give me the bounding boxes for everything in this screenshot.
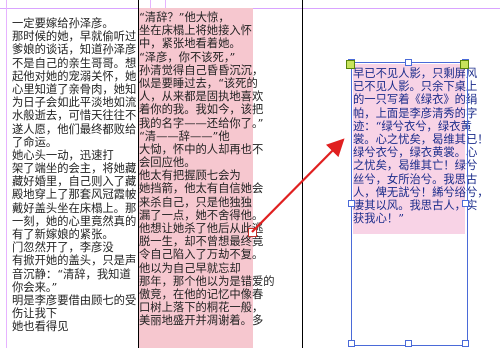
text-thread-arrow [251, 138, 345, 233]
layout-canvas: 一定要嫁给孙泽彦。 那时候的她，早就偷听过 爹娘的谈话，知道孙泽彦 不是自己的亲… [0, 0, 500, 348]
